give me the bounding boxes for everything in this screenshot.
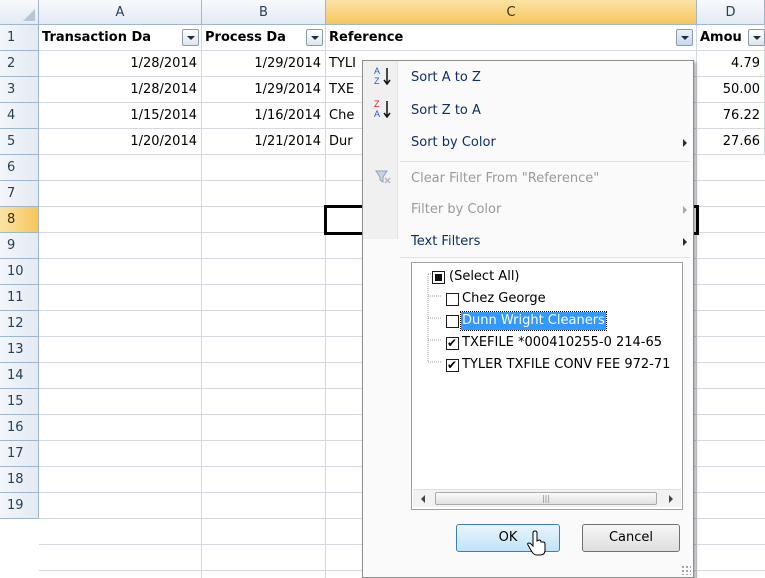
- menu-separator: [400, 161, 690, 162]
- table-cell[interactable]: 1/21/2014: [202, 129, 326, 155]
- column-header-a[interactable]: A: [39, 0, 202, 25]
- svg-text:Z: Z: [374, 99, 380, 109]
- menu-item-sort-a-to-z[interactable]: Sort A to Z: [411, 66, 681, 90]
- menu-item-text-filters[interactable]: Text Filters: [411, 230, 687, 254]
- row-header[interactable]: 3: [0, 77, 39, 103]
- table-cell[interactable]: 1/16/2014: [202, 103, 326, 129]
- svg-text:A: A: [374, 109, 380, 119]
- table-cell[interactable]: 1/28/2014: [39, 77, 202, 103]
- filter-dropdown-button[interactable]: [306, 29, 323, 46]
- submenu-arrow-icon: [683, 206, 687, 214]
- row-header[interactable]: 11: [0, 285, 39, 311]
- header-label: Process Da: [205, 30, 286, 45]
- resize-grip-icon[interactable]: [681, 565, 691, 575]
- row-header[interactable]: 16: [0, 415, 39, 441]
- list-item-label: Chez George: [462, 291, 546, 306]
- menu-item-label: Filter by Color: [411, 202, 502, 217]
- row-header[interactable]: 8: [0, 207, 39, 233]
- scroll-right-icon[interactable]: [669, 495, 673, 503]
- row-header[interactable]: 7: [0, 181, 39, 207]
- submenu-arrow-icon: [683, 139, 687, 147]
- svg-text:A: A: [374, 66, 380, 76]
- column-header-b[interactable]: B: [202, 0, 326, 25]
- table-cell[interactable]: 1/28/2014: [39, 51, 202, 77]
- menu-separator: [400, 257, 690, 258]
- scroll-left-icon[interactable]: [421, 495, 425, 503]
- checkbox-checked[interactable]: [446, 355, 459, 375]
- select-all-corner[interactable]: [0, 0, 39, 25]
- header-label: Reference: [329, 30, 404, 45]
- checkbox[interactable]: [446, 293, 459, 306]
- table-cell[interactable]: 1/29/2014: [202, 77, 326, 103]
- table-cell[interactable]: 4.79: [697, 51, 765, 77]
- list-item-label: Dunn Wright Cleaners: [460, 311, 607, 331]
- row-header[interactable]: 18: [0, 467, 39, 493]
- table-cell[interactable]: 1/20/2014: [39, 129, 202, 155]
- filter-dropdown-button[interactable]: [748, 29, 765, 46]
- filter-dropdown-button[interactable]: [182, 29, 199, 46]
- cancel-button[interactable]: Cancel: [582, 524, 680, 552]
- menu-item-label: Text Filters: [411, 234, 481, 249]
- filter-dropdown-button-active[interactable]: [676, 29, 693, 46]
- table-cell[interactable]: 27.66: [697, 129, 765, 155]
- filter-values-list[interactable]: (Select All) Chez George Dunn Wright Cle…: [411, 262, 683, 510]
- clear-filter-icon: [373, 167, 393, 189]
- row-header[interactable]: 15: [0, 389, 39, 415]
- row-header[interactable]: 5: [0, 129, 39, 155]
- submenu-arrow-icon: [683, 238, 687, 246]
- row-header[interactable]: 10: [0, 259, 39, 285]
- row-header[interactable]: 14: [0, 363, 39, 389]
- row-header[interactable]: 1: [0, 25, 39, 51]
- scroll-thumb[interactable]: |||: [435, 492, 657, 505]
- menu-item-sort-by-color[interactable]: Sort by Color: [411, 131, 687, 155]
- table-cell[interactable]: 76.22: [697, 103, 765, 129]
- table-cell[interactable]: 50.00: [697, 77, 765, 103]
- header-cell-transaction-date[interactable]: Transaction Da: [39, 25, 202, 51]
- header-cell-reference[interactable]: Reference: [326, 25, 697, 51]
- header-label: Transaction Da: [42, 30, 152, 45]
- list-item-label: TXEFILE *000410255-0 214-65: [462, 335, 663, 350]
- list-item-label: TYLER TXFILE CONV FEE 972-71: [462, 357, 671, 372]
- row-header[interactable]: 6: [0, 155, 39, 181]
- row-header[interactable]: 17: [0, 441, 39, 467]
- svg-text:Z: Z: [374, 76, 380, 86]
- horizontal-scrollbar[interactable]: |||: [413, 489, 681, 507]
- checkbox[interactable]: [446, 315, 459, 328]
- mouse-pointer-icon: [527, 530, 546, 556]
- menu-icon-gutter: [363, 61, 398, 239]
- sort-za-icon: Z A: [373, 98, 393, 120]
- menu-item-label: Sort by Color: [411, 135, 496, 150]
- row-header[interactable]: 13: [0, 337, 39, 363]
- sort-az-icon: A Z: [373, 65, 393, 87]
- table-cell[interactable]: 1/29/2014: [202, 51, 326, 77]
- menu-item-clear-filter[interactable]: Clear Filter From "Reference": [411, 167, 681, 191]
- row-header[interactable]: 12: [0, 311, 39, 337]
- row-header[interactable]: 2: [0, 51, 39, 77]
- table-cell[interactable]: 1/15/2014: [39, 103, 202, 129]
- column-header-d[interactable]: D: [697, 0, 765, 25]
- row-header[interactable]: 4: [0, 103, 39, 129]
- header-label: Amou: [700, 30, 742, 45]
- menu-item-filter-by-color[interactable]: Filter by Color: [411, 198, 687, 222]
- list-item-label: (Select All): [449, 269, 520, 284]
- checkbox-partial[interactable]: [432, 271, 445, 284]
- menu-item-sort-z-to-a[interactable]: Sort Z to A: [411, 99, 681, 123]
- column-header-c[interactable]: C: [326, 0, 697, 25]
- row-header[interactable]: 9: [0, 233, 39, 259]
- checkbox-checked[interactable]: [446, 333, 459, 353]
- row-header[interactable]: 19: [0, 493, 39, 519]
